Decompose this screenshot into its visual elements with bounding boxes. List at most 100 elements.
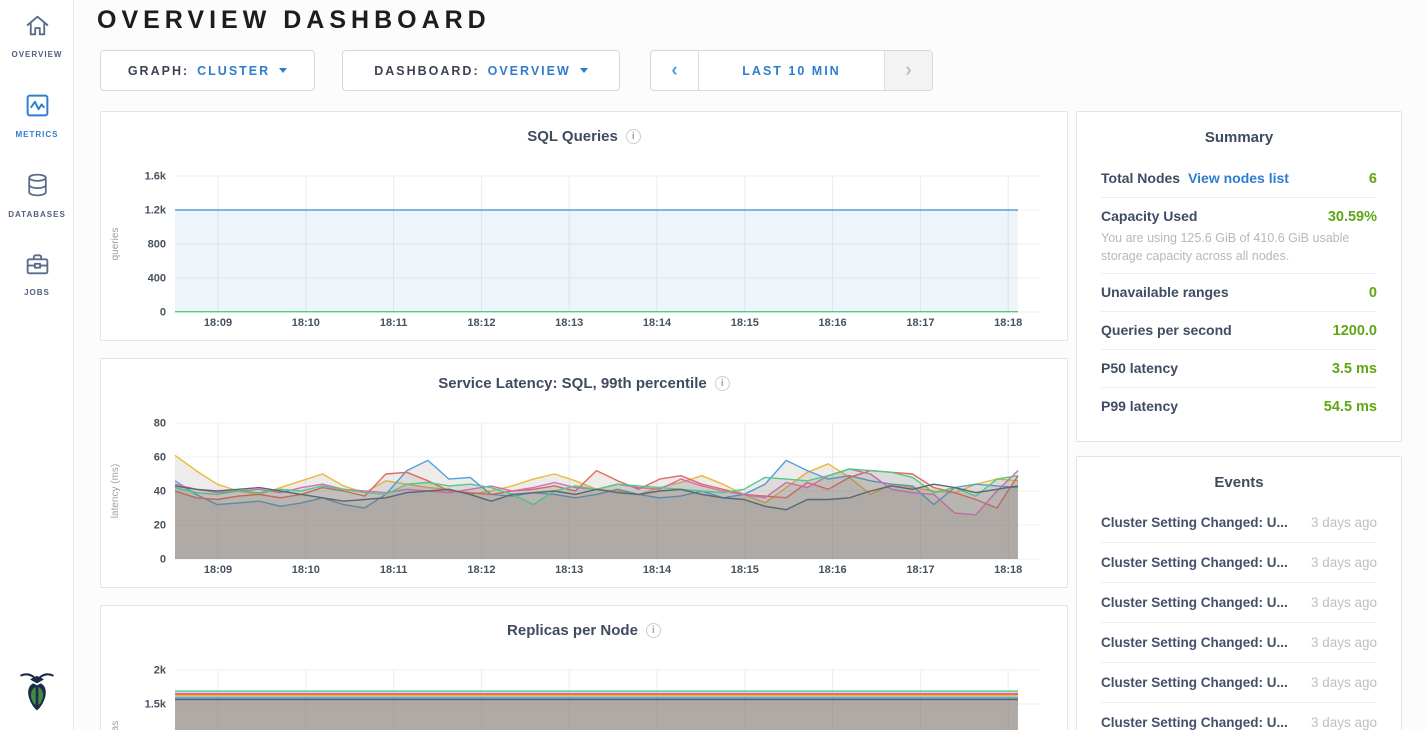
summary-row-p99: P99 latency 54.5 ms: [1101, 387, 1377, 425]
event-text: Cluster Setting Changed: U...: [1101, 715, 1288, 730]
svg-text:replicas: replicas: [110, 721, 121, 730]
sidebar-item-databases[interactable]: DATABASES: [0, 172, 74, 219]
svg-text:0: 0: [160, 554, 166, 566]
event-row: Cluster Setting Changed: U... 3 days ago: [1101, 623, 1377, 663]
summary-row-unavailable-ranges: Unavailable ranges 0: [1101, 273, 1377, 311]
time-window-range-button[interactable]: LAST 10 MIN: [698, 51, 885, 90]
event-time: 3 days ago: [1311, 675, 1377, 690]
summary-label: Queries per second: [1101, 322, 1232, 338]
summary-label: P50 latency: [1101, 360, 1178, 376]
svg-text:18:09: 18:09: [204, 564, 232, 576]
summary-value: 1200.0: [1333, 323, 1377, 339]
summary-value: 3.5 ms: [1332, 361, 1377, 377]
summary-label: Total Nodes: [1101, 170, 1180, 186]
summary-title: Summary: [1077, 112, 1401, 146]
sql-queries-panel: SQL Queries i 04008001.2k1.6k18:0918:101…: [100, 111, 1068, 341]
info-icon[interactable]: i: [626, 129, 641, 144]
svg-text:1.5k: 1.5k: [145, 699, 167, 711]
capacity-note: You are using 125.6 GiB of 410.6 GiB usa…: [1101, 229, 1377, 273]
svg-text:2k: 2k: [154, 665, 167, 677]
svg-text:80: 80: [154, 418, 166, 430]
sql-queries-chart[interactable]: 04008001.2k1.6k18:0918:1018:1118:1218:13…: [102, 166, 1066, 338]
summary-row-p50: P50 latency 3.5 ms: [1101, 349, 1377, 387]
events-title: Events: [1077, 457, 1401, 491]
svg-text:18:10: 18:10: [292, 317, 320, 329]
svg-text:1.2k: 1.2k: [145, 205, 167, 217]
view-nodes-list-link[interactable]: View nodes list: [1188, 170, 1289, 186]
chevron-down-icon: [279, 68, 287, 73]
sidebar: OVERVIEW METRICS DATABASES: [0, 0, 74, 730]
sidebar-item-metrics[interactable]: METRICS: [0, 92, 74, 139]
summary-value: 30.59%: [1328, 209, 1377, 225]
svg-text:18:13: 18:13: [555, 317, 583, 329]
svg-text:0: 0: [160, 307, 166, 319]
info-icon[interactable]: i: [646, 623, 661, 638]
summary-row-total-nodes: Total Nodes View nodes list 6: [1101, 160, 1377, 197]
svg-text:20: 20: [154, 520, 166, 532]
svg-text:18:17: 18:17: [906, 564, 934, 576]
summary-label: Unavailable ranges: [1101, 284, 1229, 300]
event-time: 3 days ago: [1311, 555, 1377, 570]
svg-text:18:18: 18:18: [994, 317, 1022, 329]
sidebar-item-label: OVERVIEW: [12, 50, 63, 59]
event-text: Cluster Setting Changed: U...: [1101, 675, 1288, 690]
event-row: Cluster Setting Changed: U... 3 days ago: [1101, 703, 1377, 730]
info-icon[interactable]: i: [715, 376, 730, 391]
databases-icon: [25, 172, 50, 204]
page-title: OVERVIEW DASHBOARD: [97, 6, 491, 35]
summary-label: Capacity Used: [1101, 208, 1197, 224]
cockroachdb-logo: [0, 666, 74, 712]
svg-text:18:10: 18:10: [292, 564, 320, 576]
dashboard-dropdown-label: DASHBOARD:: [374, 64, 479, 78]
replicas-per-node-chart[interactable]: 00.5k1k1.5k2k18:0918:1018:1118:1218:1318…: [102, 660, 1066, 730]
svg-text:800: 800: [148, 239, 166, 251]
graph-dropdown-value: CLUSTER: [197, 64, 270, 78]
graph-dropdown[interactable]: GRAPH: CLUSTER: [100, 50, 315, 91]
svg-text:18:12: 18:12: [467, 317, 495, 329]
summary-value: 0: [1369, 285, 1377, 301]
event-time: 3 days ago: [1311, 595, 1377, 610]
event-time: 3 days ago: [1311, 715, 1377, 730]
time-window-next-button[interactable]: ›: [885, 51, 932, 90]
service-latency-chart[interactable]: 02040608018:0918:1018:1118:1218:1318:141…: [102, 413, 1066, 585]
event-text: Cluster Setting Changed: U...: [1101, 595, 1288, 610]
sidebar-item-label: JOBS: [24, 288, 50, 297]
main-content: OVERVIEW DASHBOARD GRAPH: CLUSTER DASHBO…: [74, 0, 1427, 730]
sidebar-item-label: METRICS: [16, 130, 59, 139]
summary-panel: Summary Total Nodes View nodes list 6 Ca…: [1076, 111, 1402, 442]
svg-text:18:16: 18:16: [819, 317, 847, 329]
event-text: Cluster Setting Changed: U...: [1101, 555, 1288, 570]
event-text: Cluster Setting Changed: U...: [1101, 515, 1288, 530]
sidebar-item-label: DATABASES: [8, 210, 66, 219]
time-window-prev-button[interactable]: ‹: [651, 51, 698, 90]
event-row: Cluster Setting Changed: U... 3 days ago: [1101, 503, 1377, 543]
svg-text:40: 40: [154, 486, 166, 498]
summary-value: 6: [1369, 171, 1377, 187]
svg-text:latency (ms): latency (ms): [110, 464, 121, 518]
svg-text:18:11: 18:11: [380, 564, 408, 576]
chart-title: SQL Queries: [527, 128, 618, 145]
graph-dropdown-label: GRAPH:: [128, 64, 189, 78]
chevron-down-icon: [580, 68, 588, 73]
events-panel: Events Cluster Setting Changed: U... 3 d…: [1076, 456, 1402, 730]
summary-value: 54.5 ms: [1324, 399, 1377, 415]
svg-text:queries: queries: [110, 228, 121, 261]
svg-text:18:09: 18:09: [204, 317, 232, 329]
summary-row-capacity: Capacity Used 30.59%: [1101, 197, 1377, 227]
svg-text:18:18: 18:18: [994, 564, 1022, 576]
replicas-per-node-panel: Replicas per Node i 00.5k1k1.5k2k18:0918…: [100, 605, 1068, 730]
home-icon: [24, 12, 51, 44]
sidebar-item-jobs[interactable]: JOBS: [0, 252, 74, 297]
summary-row-qps: Queries per second 1200.0: [1101, 311, 1377, 349]
summary-label: P99 latency: [1101, 398, 1178, 414]
service-latency-panel: Service Latency: SQL, 99th percentile i …: [100, 358, 1068, 588]
dashboard-dropdown-value: OVERVIEW: [488, 64, 571, 78]
event-text: Cluster Setting Changed: U...: [1101, 635, 1288, 650]
svg-text:18:16: 18:16: [819, 564, 847, 576]
dashboard-dropdown[interactable]: DASHBOARD: OVERVIEW: [342, 50, 620, 91]
svg-text:18:15: 18:15: [731, 317, 759, 329]
svg-text:60: 60: [154, 452, 166, 464]
svg-text:18:11: 18:11: [380, 317, 408, 329]
sidebar-item-overview[interactable]: OVERVIEW: [0, 12, 74, 59]
time-window-selector: ‹ LAST 10 MIN ›: [650, 50, 933, 91]
